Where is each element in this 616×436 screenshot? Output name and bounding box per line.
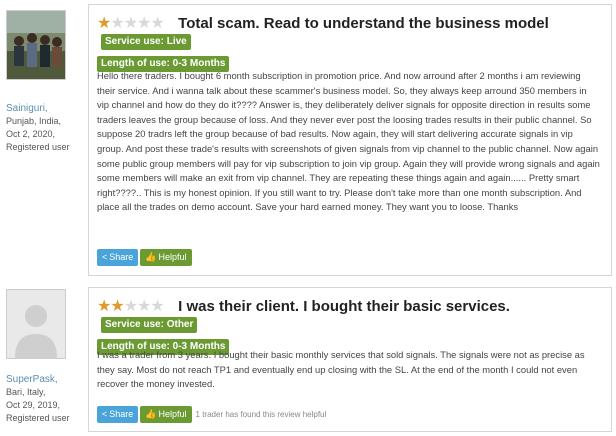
service-use-badge: Service use: Live [101,33,191,50]
reviewer-status: Registered user [6,142,70,152]
star-icon: ★ [137,14,151,32]
review-item: Sainiguri, Punjab, India, Oct 2, 2020, R… [0,0,616,280]
helpful-button[interactable]: 👍 Helpful [140,406,192,424]
star-rating: ★★★★★ [97,14,165,32]
thumbs-up-icon: 👍 [145,409,157,420]
star-icon: ★ [110,14,124,32]
star-icon: ★ [123,14,138,32]
review-card: ★★★★★ I was their client. I bought their… [88,287,612,432]
helpful-label: Helpful [158,252,187,263]
review-body: Hello there traders. I bought 6 month su… [97,70,600,213]
thumbs-up-icon: 👍 [145,252,157,263]
avatar[interactable] [6,289,66,359]
share-label: Share [109,252,134,263]
helpful-button[interactable]: 👍 Helpful [140,249,192,267]
star-rating: ★★★★★ [97,297,165,315]
review-title: I was their client. I bought their basic… [178,298,510,316]
reviewer-name[interactable]: SuperPask, [6,373,88,386]
reviewer-status: Registered user [6,413,70,423]
review-date: Oct 2, 2020, [6,129,56,139]
reviewer-info: Sainiguri, Punjab, India, Oct 2, 2020, R… [6,10,88,154]
review-actions: < Share 👍 Helpful 1 trader has found this re… [97,406,326,424]
reviewer-name[interactable]: Sainiguri, [6,102,88,115]
helpful-label: Helpful [158,409,187,420]
star-icon: ★ [150,14,164,32]
share-icon: < [102,252,108,263]
share-label: Share [109,409,134,420]
star-icon: ★ [110,297,124,315]
helpful-count-note: 1 trader has found this review helpful [195,410,327,420]
review-body: I was a trader from 3 years. I bought th… [97,349,585,390]
review-card: ★★★★★ Total scam. Read to understand the… [88,4,612,276]
reviewer-info: SuperPask, Bari, Italy, Oct 29, 2019, Re… [6,289,88,425]
service-use-badge: Service use: Other [101,316,198,333]
review-date: Oct 29, 2019, [6,400,61,410]
star-icon: ★ [97,14,111,32]
reviewer-location: Punjab, India, [6,116,62,126]
star-icon: ★ [150,297,164,315]
star-icon: ★ [137,297,151,315]
review-actions: < Share 👍 Helpful [97,249,194,267]
share-button[interactable]: < Share [97,406,139,424]
star-icon: ★ [123,297,138,315]
share-icon: < [102,409,108,420]
reviewer-location: Bari, Italy, [6,387,46,397]
review-title: Total scam. Read to understand the busin… [178,15,549,33]
review-item: SuperPask, Bari, Italy, Oct 29, 2019, Re… [0,283,616,436]
share-button[interactable]: < Share [97,249,139,267]
review-header: ★★★★★ Total scam. Read to understand the… [97,15,605,73]
star-icon: ★ [97,297,111,315]
avatar[interactable] [6,10,66,80]
